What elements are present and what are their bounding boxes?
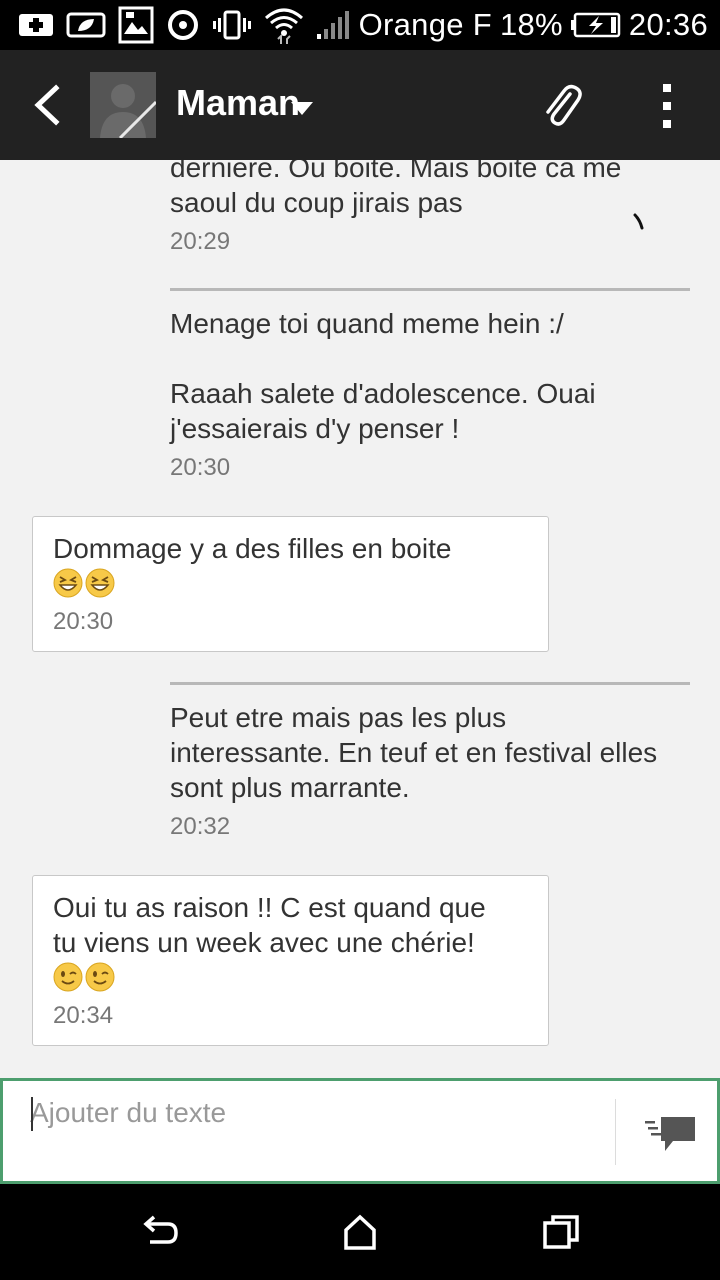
avatar[interactable] <box>90 72 156 138</box>
text-caret <box>31 1097 33 1131</box>
navigation-bar <box>0 1184 720 1280</box>
message-input[interactable] <box>30 1093 600 1133</box>
status-bar: Orange F 18% 20:36 <box>0 0 720 50</box>
message-time: 20:30 <box>53 608 114 635</box>
vibrate-icon <box>213 10 251 40</box>
conversation-list[interactable]: derniere. Ou boite. Mais boite ca me sao… <box>0 160 720 1078</box>
action-bar: Maman <box>0 50 720 160</box>
recent-apps-icon[interactable] <box>542 1214 582 1250</box>
sync-icon <box>168 10 198 40</box>
grinning-squint-emoji <box>85 568 115 598</box>
sent-message[interactable]: derniere. Ou boite. Mais boite ca me sao… <box>170 160 690 256</box>
emoji-row <box>53 960 528 994</box>
wifi-icon <box>265 8 303 44</box>
battery-charging-icon <box>570 12 621 38</box>
battery-percent: 18% <box>499 7 563 42</box>
received-message[interactable]: Dommage y a des filles en boite 20:30 <box>32 516 549 652</box>
clock: 20:36 <box>628 7 708 42</box>
message-divider <box>170 288 690 291</box>
back-arrow-icon[interactable] <box>28 82 68 128</box>
sent-message[interactable]: Peut etre mais pas les plus interessante… <box>170 682 690 841</box>
message-text: Peut etre mais pas les plus interessante… <box>170 702 658 803</box>
more-vert-icon[interactable] <box>656 82 678 130</box>
carrier-name: Orange F <box>358 7 492 42</box>
contact-name[interactable]: Maman <box>176 82 300 124</box>
message-text: derniere. Ou boite. Mais boite ca me sao… <box>170 160 622 218</box>
photo-icon <box>118 6 154 44</box>
send-message-icon[interactable] <box>643 1115 699 1155</box>
message-text: Oui tu as raison !! C est quand que tu v… <box>53 892 486 958</box>
winking-emoji <box>53 962 83 992</box>
message-composer <box>0 1078 720 1184</box>
received-message[interactable]: Oui tu as raison !! C est quand que tu v… <box>32 875 549 1046</box>
paperclip-icon[interactable] <box>540 80 582 130</box>
message-time: 20:32 <box>170 813 231 840</box>
notification-add-icon <box>19 14 53 36</box>
signal-icon <box>317 11 349 39</box>
message-time: 20:34 <box>53 1002 114 1029</box>
sent-message[interactable]: Menage toi quand meme hein :/ Raaah sale… <box>170 288 690 482</box>
message-text: Menage toi quand meme hein :/ Raaah sale… <box>170 308 596 444</box>
grinning-squint-emoji <box>53 568 83 598</box>
chevron-down-icon[interactable] <box>291 102 313 116</box>
scribble-mark <box>633 213 644 230</box>
leaf-icon <box>66 12 106 38</box>
back-icon[interactable] <box>140 1214 180 1250</box>
emoji-row <box>53 566 528 600</box>
composer-divider <box>615 1099 616 1165</box>
message-time: 20:29 <box>170 228 231 255</box>
winking-emoji <box>85 962 115 992</box>
message-time: 20:30 <box>170 454 231 481</box>
home-icon[interactable] <box>340 1214 380 1250</box>
person-placeholder-icon <box>90 72 156 138</box>
message-divider <box>170 682 690 685</box>
message-text: Dommage y a des filles en boite <box>53 533 452 564</box>
